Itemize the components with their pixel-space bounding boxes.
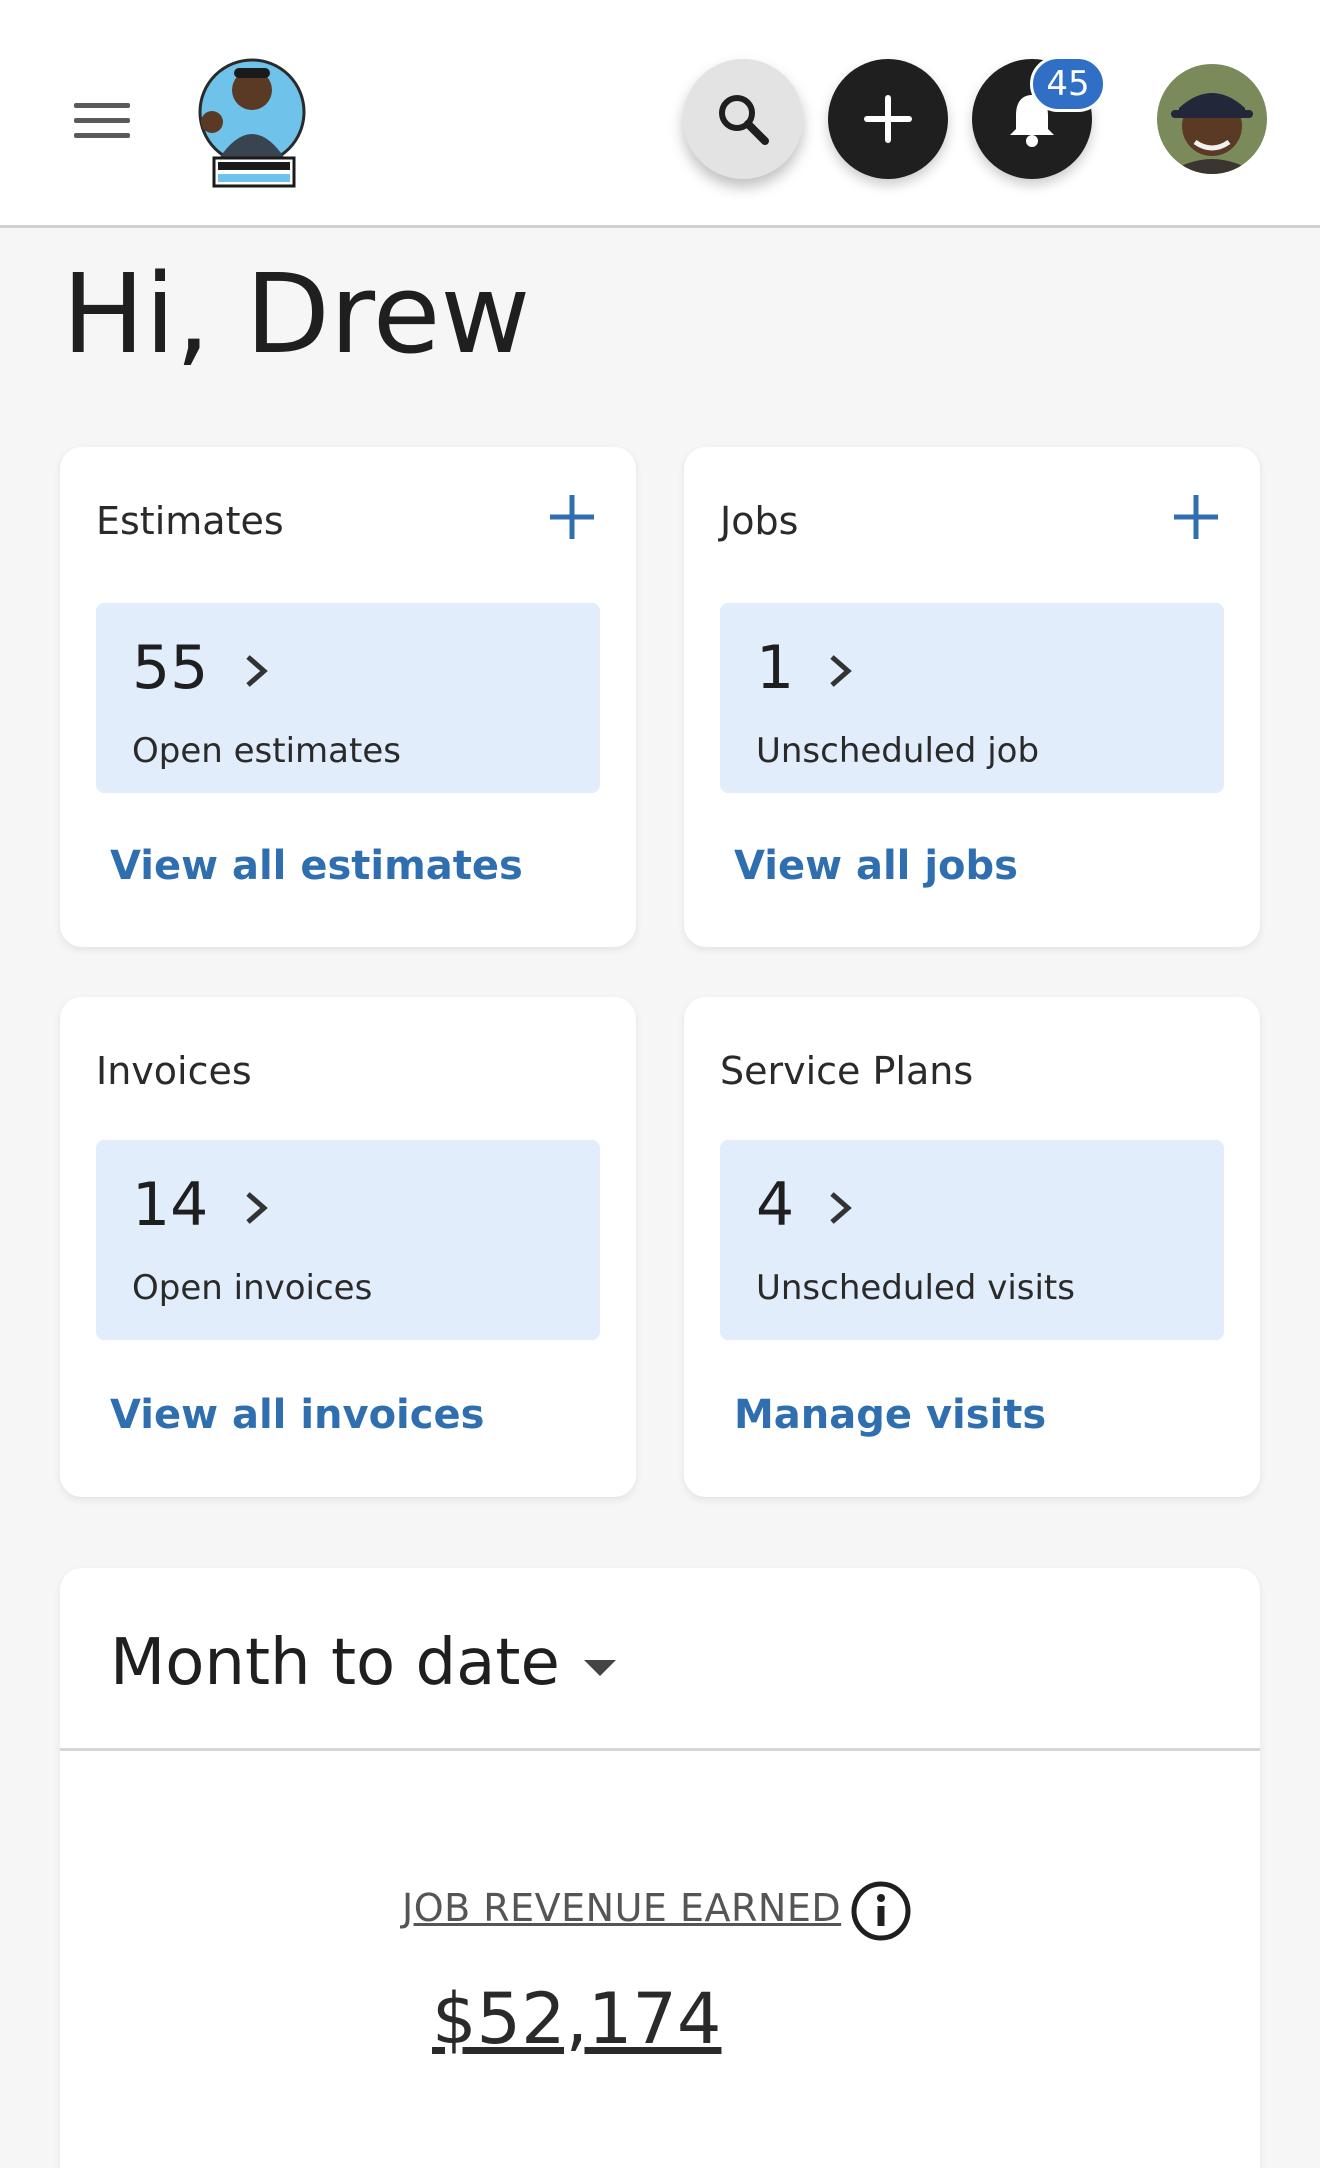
create-new-button[interactable] (828, 59, 948, 179)
service-plans-card: Service Plans 4 Unscheduled visits Manag… (684, 997, 1260, 1497)
job-revenue-value[interactable]: $52,174 (432, 1978, 721, 2060)
stat-label: Unscheduled job (756, 731, 1040, 771)
card-title: Invoices (96, 1049, 252, 1093)
stat-count: 55 (132, 633, 209, 703)
unscheduled-jobs-stat[interactable]: 1 Unscheduled job (720, 603, 1224, 793)
stat-count: 4 (756, 1170, 795, 1240)
stat-count: 1 (756, 633, 795, 703)
plus-icon (864, 95, 912, 143)
stat-label: Unscheduled visits (756, 1268, 1075, 1308)
revenue-summary-card: Month to date JOB REVENUE EARNED $52,174 (60, 1568, 1260, 2168)
card-title: Estimates (96, 499, 284, 543)
divider (60, 1748, 1260, 1751)
caret-down-icon[interactable] (580, 1656, 620, 1680)
add-estimate-plus-icon[interactable] (546, 491, 598, 543)
search-button[interactable] (683, 59, 803, 179)
notifications-badge: 45 (1030, 56, 1106, 112)
menu-icon[interactable] (62, 88, 142, 152)
chevron-right-icon (830, 655, 852, 687)
chevron-right-icon (830, 1192, 852, 1224)
invoices-card: Invoices 14 Open invoices View all invoi… (60, 997, 636, 1497)
unscheduled-visits-stat[interactable]: 4 Unscheduled visits (720, 1140, 1224, 1340)
stat-label: Open invoices (132, 1268, 373, 1308)
view-all-invoices-link[interactable]: View all invoices (110, 1392, 484, 1438)
card-title: Jobs (720, 499, 799, 543)
view-all-jobs-link[interactable]: View all jobs (734, 843, 1018, 889)
info-icon[interactable] (850, 1880, 912, 1942)
chevron-right-icon (246, 1192, 268, 1224)
jobs-card: Jobs 1 Unscheduled job View all jobs (684, 447, 1260, 947)
chevron-right-icon (246, 655, 268, 687)
open-invoices-stat[interactable]: 14 Open invoices (96, 1140, 600, 1340)
greeting-title: Hi, Drew (62, 250, 531, 378)
user-avatar[interactable] (1157, 64, 1267, 174)
job-revenue-label[interactable]: JOB REVENUE EARNED (402, 1886, 841, 1930)
add-job-plus-icon[interactable] (1170, 491, 1222, 543)
manage-visits-link[interactable]: Manage visits (734, 1392, 1046, 1438)
open-estimates-stat[interactable]: 55 Open estimates (96, 603, 600, 793)
estimates-card: Estimates 55 Open estimates View all est… (60, 447, 636, 947)
stat-label: Open estimates (132, 731, 401, 771)
period-selector-label[interactable]: Month to date (110, 1626, 560, 1700)
card-title: Service Plans (720, 1049, 974, 1093)
company-logo[interactable] (190, 50, 315, 190)
stat-count: 14 (132, 1170, 209, 1240)
view-all-estimates-link[interactable]: View all estimates (110, 843, 523, 889)
app-header: 45 (0, 0, 1320, 228)
search-icon (719, 95, 769, 145)
